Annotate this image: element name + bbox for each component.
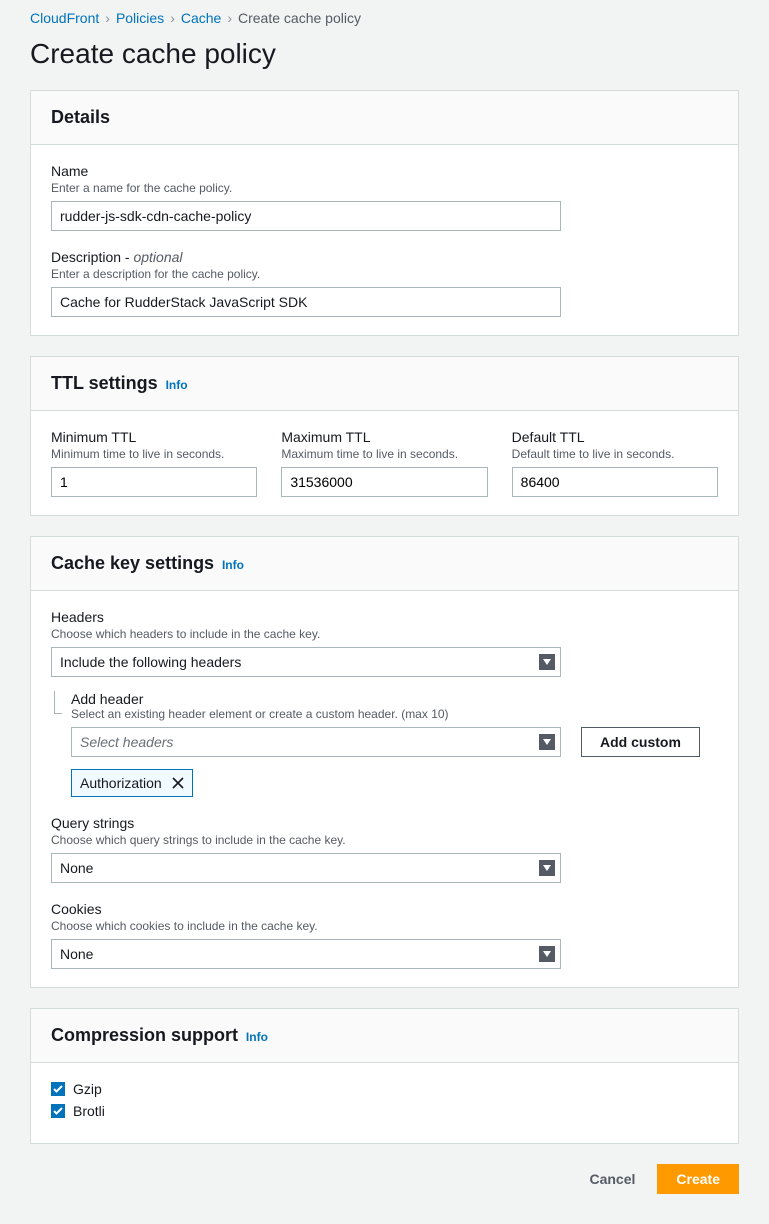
cache-key-info-link[interactable]: Info <box>222 558 244 572</box>
compression-heading: Compression support <box>51 1025 238 1046</box>
cache-key-panel: Cache key settings Info Headers Choose w… <box>30 536 739 988</box>
breadcrumb-current: Create cache policy <box>238 10 361 26</box>
cookies-desc: Choose which cookies to include in the c… <box>51 919 718 933</box>
breadcrumb-cloudfront[interactable]: CloudFront <box>30 10 99 26</box>
default-ttl-input[interactable] <box>512 467 718 497</box>
cache-key-heading: Cache key settings <box>51 553 214 574</box>
default-ttl-label: Default TTL <box>512 429 718 445</box>
name-label: Name <box>51 163 718 179</box>
chevron-right-icon: › <box>170 10 175 26</box>
name-desc: Enter a name for the cache policy. <box>51 181 718 195</box>
chevron-right-icon: › <box>227 10 232 26</box>
page-title: Create cache policy <box>30 38 739 70</box>
query-strings-desc: Choose which query strings to include in… <box>51 833 718 847</box>
token-label: Authorization <box>80 775 162 791</box>
ttl-info-link[interactable]: Info <box>166 378 188 392</box>
chevron-right-icon: › <box>105 10 110 26</box>
select-headers-dropdown[interactable]: Select headers <box>71 727 561 757</box>
gzip-label: Gzip <box>73 1081 102 1097</box>
add-header-desc: Select an existing header element or cre… <box>71 707 718 721</box>
breadcrumb: CloudFront › Policies › Cache › Create c… <box>30 10 739 26</box>
max-ttl-input[interactable] <box>281 467 487 497</box>
caret-down-icon <box>539 654 555 670</box>
gzip-checkbox[interactable] <box>51 1082 65 1096</box>
header-token-authorization: Authorization <box>71 769 193 797</box>
cancel-button[interactable]: Cancel <box>575 1164 649 1194</box>
create-button[interactable]: Create <box>657 1164 739 1194</box>
query-strings-select[interactable]: None <box>51 853 561 883</box>
breadcrumb-policies[interactable]: Policies <box>116 10 164 26</box>
ttl-panel: TTL settings Info Minimum TTL Minimum ti… <box>30 356 739 516</box>
description-input[interactable] <box>51 287 561 317</box>
min-ttl-desc: Minimum time to live in seconds. <box>51 447 257 461</box>
details-panel: Details Name Enter a name for the cache … <box>30 90 739 336</box>
max-ttl-desc: Maximum time to live in seconds. <box>281 447 487 461</box>
query-strings-label: Query strings <box>51 815 718 831</box>
headers-label: Headers <box>51 609 718 625</box>
default-ttl-desc: Default time to live in seconds. <box>512 447 718 461</box>
breadcrumb-cache[interactable]: Cache <box>181 10 221 26</box>
description-label: Description - optional <box>51 249 718 265</box>
caret-down-icon <box>539 860 555 876</box>
add-header-label: Add header <box>71 691 718 707</box>
details-heading: Details <box>51 107 110 128</box>
caret-down-icon <box>539 734 555 750</box>
footer-actions: Cancel Create <box>30 1164 739 1194</box>
cookies-label: Cookies <box>51 901 718 917</box>
description-desc: Enter a description for the cache policy… <box>51 267 718 281</box>
min-ttl-label: Minimum TTL <box>51 429 257 445</box>
headers-desc: Choose which headers to include in the c… <box>51 627 718 641</box>
add-custom-button[interactable]: Add custom <box>581 727 700 757</box>
caret-down-icon <box>539 946 555 962</box>
brotli-label: Brotli <box>73 1103 105 1119</box>
close-icon[interactable] <box>172 777 184 789</box>
headers-select[interactable]: Include the following headers <box>51 647 561 677</box>
compression-info-link[interactable]: Info <box>246 1030 268 1044</box>
max-ttl-label: Maximum TTL <box>281 429 487 445</box>
name-input[interactable] <box>51 201 561 231</box>
min-ttl-input[interactable] <box>51 467 257 497</box>
ttl-heading: TTL settings <box>51 373 158 394</box>
brotli-checkbox[interactable] <box>51 1104 65 1118</box>
cookies-select[interactable]: None <box>51 939 561 969</box>
compression-panel: Compression support Info Gzip Brotli <box>30 1008 739 1144</box>
